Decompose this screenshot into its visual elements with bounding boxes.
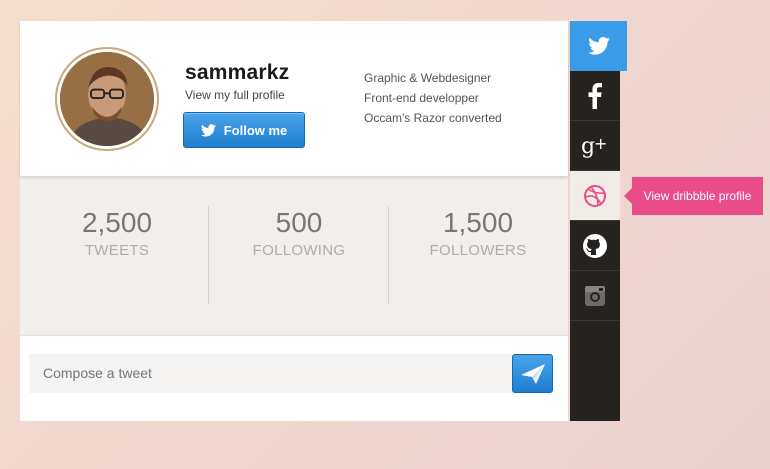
- bio-line: Graphic & Webdesigner: [364, 71, 492, 85]
- facebook-icon: [588, 82, 602, 109]
- view-profile-link[interactable]: View my full profile: [185, 88, 285, 102]
- profile-card: sammarkz View my full profile Follow me …: [20, 21, 568, 421]
- bio-line: Front-end developper: [364, 91, 479, 105]
- dribbble-tooltip: View dribbble profile: [624, 177, 763, 215]
- stat-label: FOLLOWERS: [429, 242, 527, 259]
- stat-value: 500: [275, 207, 323, 238]
- twitter-bird-icon: [200, 123, 216, 136]
- svg-text:g: g: [581, 134, 595, 158]
- svg-text:+: +: [594, 134, 607, 153]
- twitter-link[interactable]: [570, 21, 627, 71]
- profile-header: sammarkz View my full profile Follow me …: [20, 21, 568, 176]
- stats-panel: 2,500 TWEETS 500 FOLLOWING 1,500 FOLLOWE…: [20, 176, 568, 336]
- stat-followers[interactable]: 1,500 FOLLOWERS: [388, 206, 568, 262]
- stat-tweets[interactable]: 2,500 TWEETS: [27, 206, 207, 262]
- dribbble-link[interactable]: [570, 171, 620, 221]
- stat-label: FOLLOWING: [252, 242, 346, 259]
- avatar-photo: [60, 52, 154, 146]
- twitter-icon: [587, 37, 610, 55]
- github-link[interactable]: [570, 221, 620, 271]
- follow-button[interactable]: Follow me: [183, 112, 305, 148]
- stat-value: 1,500: [442, 207, 514, 238]
- google-plus-icon: g +: [581, 134, 607, 158]
- social-sidebar: g +: [570, 21, 627, 421]
- follow-button-label: Follow me: [223, 122, 288, 138]
- paper-plane-icon: [520, 363, 545, 384]
- stat-value: 2,500: [81, 207, 153, 238]
- dribbble-icon: [584, 184, 606, 207]
- instagram-icon: [585, 285, 605, 306]
- username: sammarkz: [185, 61, 290, 84]
- google-plus-link[interactable]: g +: [570, 121, 620, 171]
- send-tweet-button[interactable]: [512, 354, 553, 393]
- compose-tweet-input[interactable]: [29, 354, 512, 393]
- github-icon: [583, 233, 607, 258]
- facebook-link[interactable]: [570, 71, 620, 121]
- avatar[interactable]: [55, 47, 159, 151]
- bio-line: Occam's Razor converted: [364, 111, 502, 125]
- instagram-link[interactable]: [570, 271, 620, 321]
- stat-following[interactable]: 500 FOLLOWING: [209, 206, 389, 262]
- stat-label: TWEETS: [84, 242, 150, 259]
- bio: Graphic & Webdesigner Front-end developp…: [364, 68, 502, 128]
